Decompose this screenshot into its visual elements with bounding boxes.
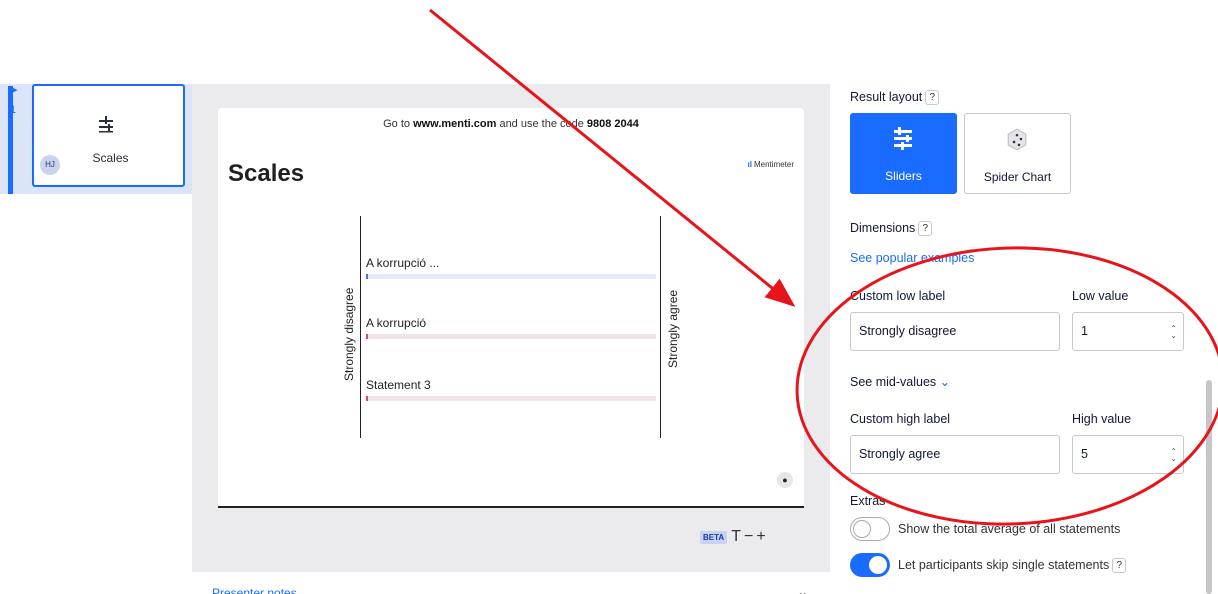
statement-label: A korrupció ... (366, 256, 440, 270)
custom-low-label-title: Custom low label (850, 289, 946, 303)
play-icon[interactable]: ▶ (9, 84, 17, 96)
layout-sliders-label: Sliders (885, 169, 922, 183)
custom-low-label-input[interactable]: Strongly disagree (850, 312, 1060, 351)
custom-high-label-input[interactable]: Strongly agree (850, 435, 1060, 474)
help-icon[interactable]: ? (918, 221, 933, 237)
help-icon[interactable]: ? (1112, 558, 1127, 574)
mentimeter-icon: ıl (747, 160, 752, 169)
preview-toolbar: BETA T − + (700, 528, 769, 546)
toggle-label-text: Let participants skip single statements (898, 558, 1110, 572)
result-layout-text: Result layout (850, 90, 923, 104)
high-axis-label: Strongly agree (666, 289, 680, 368)
layout-spider-chart-button[interactable]: Spider Chart (964, 113, 1071, 194)
high-value-input[interactable]: 5 ⌃ ⌄ (1072, 435, 1184, 474)
toggle-label: Let participants skip single statements? (898, 558, 1127, 574)
scrollbar[interactable] (1206, 380, 1212, 594)
statement-row: A korrupció (366, 316, 656, 339)
toggle-knob (853, 520, 871, 538)
low-axis-line (360, 216, 361, 438)
active-slide-marker (8, 86, 13, 194)
low-value-text: 1 (1081, 324, 1088, 338)
spider-chart-icon (1007, 128, 1027, 151)
brand-logo: ıl Mentimeter (748, 160, 794, 169)
slide-number: 1 (10, 104, 17, 116)
toggle-knob (869, 556, 887, 574)
zoom-out-button[interactable]: − (744, 528, 753, 546)
brand-text: Mentimeter (753, 160, 794, 169)
join-url: www.menti.com (413, 118, 497, 130)
text-size-icon[interactable]: T (731, 528, 741, 546)
join-instructions: Go to www.menti.com and use the code 980… (218, 118, 804, 130)
app-root: ▶ 1 Scales HJ Go to www.menti.com and us… (0, 0, 1218, 594)
layout-spider-chart-label: Spider Chart (983, 170, 1052, 184)
high-axis-line (660, 216, 661, 438)
join-code: 9808 2044 (586, 118, 639, 130)
scales-icon (99, 116, 113, 133)
slide-thumbnail-scales[interactable]: Scales HJ (32, 84, 185, 187)
statement-track (366, 396, 656, 401)
join-middle: and use the code (496, 118, 587, 130)
presenter-notes-bar[interactable]: Presenter notes ⌄ (192, 572, 830, 594)
statement-fill (366, 396, 368, 401)
see-mid-values-toggle[interactable]: See mid-values ⌄ (850, 374, 950, 389)
high-value-text: 5 (1081, 447, 1088, 461)
statement-label: A korrupció (366, 316, 427, 330)
see-popular-examples-link[interactable]: See popular examples (850, 251, 974, 265)
custom-high-label-title: Custom high label (850, 412, 951, 426)
statement-row: Statement 3 (366, 378, 656, 401)
layout-sliders-button[interactable]: Sliders (850, 113, 957, 194)
avatar: HJ (40, 155, 60, 175)
stepper-icon[interactable]: ⌃ ⌄ (1170, 448, 1177, 463)
low-axis-label: Strongly disagree (342, 287, 356, 381)
statement-fill (366, 274, 368, 279)
settings-panel: Result layout? Sliders Spider Chart Dime… (830, 84, 1218, 594)
help-icon[interactable]: ? (925, 90, 940, 106)
join-prefix: Go to (383, 118, 414, 130)
result-layout-title: Result layout? (850, 90, 940, 106)
chevron-down-icon: ⌄ (939, 375, 951, 389)
slide-preview: Go to www.menti.com and use the code 980… (218, 108, 804, 508)
slide-title: Scales (228, 160, 305, 187)
presenter-notes-label[interactable]: Presenter notes (212, 586, 297, 594)
statement-track (366, 334, 656, 339)
stepper-icon[interactable]: ⌃ ⌄ (1170, 325, 1177, 340)
low-value-input[interactable]: 1 ⌃ ⌄ (1072, 312, 1184, 351)
beta-badge: BETA (700, 530, 728, 544)
high-value-title: High value (1072, 412, 1132, 426)
statement-fill (366, 334, 368, 339)
participant-icon[interactable]: ● (777, 472, 793, 488)
dimensions-title: Dimensions? (850, 221, 933, 237)
toggle-label: Show the total average of all statements (898, 522, 1121, 536)
toggle-switch[interactable] (850, 553, 890, 577)
extras-title: Extras (850, 494, 886, 508)
chevron-down-icon[interactable]: ⌄ (797, 584, 808, 594)
sliders-icon (894, 127, 912, 150)
editor-canvas: Go to www.menti.com and use the code 980… (192, 84, 830, 594)
low-value-title: Low value (1072, 289, 1129, 303)
statement-label: Statement 3 (366, 378, 431, 392)
zoom-in-button[interactable]: + (756, 528, 765, 546)
see-mid-values-label: See mid-values (850, 375, 937, 389)
toggle-switch[interactable] (850, 517, 890, 541)
statement-track (366, 274, 656, 279)
statement-row: A korrupció ... (366, 256, 656, 279)
dimensions-text: Dimensions (850, 221, 916, 235)
slide-list: ▶ 1 Scales HJ (0, 84, 192, 594)
